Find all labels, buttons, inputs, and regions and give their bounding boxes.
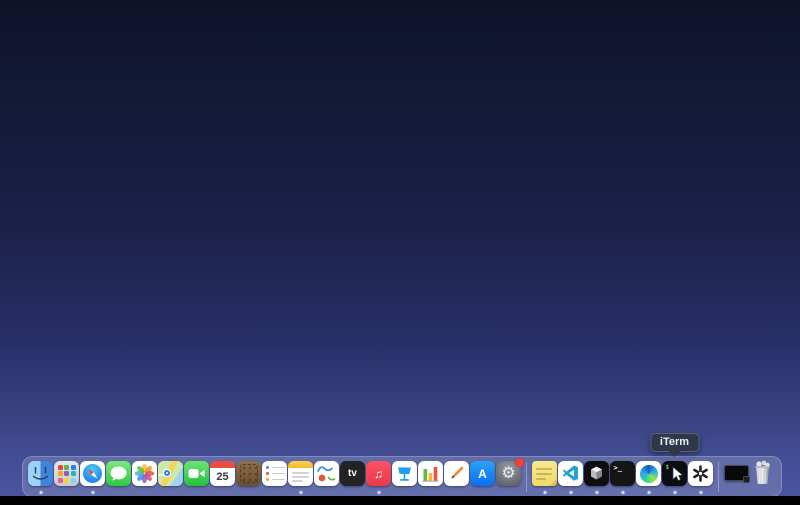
running-indicator [299, 491, 302, 494]
running-indicator [543, 491, 546, 494]
running-indicator [699, 491, 702, 494]
launchpad-icon [54, 461, 79, 486]
numbers-icon [418, 461, 443, 486]
apple-tv-icon: tv [340, 461, 365, 486]
cube-3d-icon [584, 461, 609, 486]
reminders-icon [262, 461, 287, 486]
terminal-icon: >_ [610, 461, 635, 486]
minimized-window-app-badge [743, 476, 750, 483]
edge-icon [636, 461, 661, 486]
safari-icon [80, 461, 105, 486]
freeform-icon [314, 461, 339, 486]
dock-item-photos[interactable] [132, 457, 157, 497]
running-indicator [647, 491, 650, 494]
dock-item-contacts[interactable] [236, 457, 261, 497]
running-indicator [569, 491, 572, 494]
trash-icon [751, 459, 774, 486]
dock-item-trash[interactable] [750, 457, 775, 497]
dock-item-freeform[interactable] [314, 457, 339, 497]
keynote-icon [392, 461, 417, 486]
music-note-glyph: ♫ [374, 466, 383, 481]
facetime-icon [184, 461, 209, 486]
running-indicator [377, 491, 380, 494]
running-indicator [91, 491, 94, 494]
dock-item-notes[interactable] [288, 457, 313, 497]
dock-item-terminal[interactable]: >_ [610, 457, 635, 497]
dock-item-chatgpt[interactable] [688, 457, 713, 497]
dock-item-pages[interactable] [444, 457, 469, 497]
dock-item-facetime[interactable] [184, 457, 209, 497]
dock-separator [714, 457, 723, 497]
calendar-day-number: 25 [216, 471, 229, 483]
running-indicator [673, 491, 676, 494]
app-store-icon: A [470, 461, 495, 486]
dock-item-keynote[interactable] [392, 457, 417, 497]
dock-item-unity[interactable] [584, 457, 609, 497]
tv-glyph: tv [348, 468, 357, 479]
dock: 25 tv ♫ A ⚙ >_ iTerm $ [22, 433, 782, 497]
calendar-header-band [210, 461, 235, 468]
messages-icon [106, 461, 131, 486]
iterm-tooltip: iTerm [649, 433, 700, 452]
dock-item-vscode[interactable] [558, 457, 583, 497]
stickies-icon [532, 461, 557, 486]
running-indicator [39, 491, 42, 494]
dock-item-minimized-window[interactable] [724, 457, 750, 497]
terminal-prompt-glyph: >_ [613, 464, 622, 472]
gear-icon: ⚙ [501, 464, 516, 482]
chatgpt-icon [688, 461, 713, 486]
running-indicator [621, 491, 624, 494]
finder-icon [28, 461, 53, 486]
minimized-window-thumbnail [724, 465, 750, 483]
contacts-icon [236, 461, 261, 486]
dock-item-tv[interactable]: tv [340, 457, 365, 497]
dock-item-calendar[interactable]: 25 [210, 457, 235, 497]
dock-item-appstore[interactable]: A [470, 457, 495, 497]
iterm-icon: $ [662, 461, 687, 486]
dock-item-maps[interactable] [158, 457, 183, 497]
photos-icon [132, 461, 157, 486]
calendar-icon: 25 [210, 461, 235, 486]
bottom-black-strip [0, 496, 800, 505]
notes-icon [288, 461, 313, 486]
dock-item-settings[interactable]: ⚙ [496, 457, 524, 497]
dock-item-stickies[interactable] [532, 457, 557, 497]
desktop-wallpaper[interactable]: 25 tv ♫ A ⚙ >_ iTerm $ [0, 0, 800, 505]
notification-badge [515, 458, 524, 467]
dock-item-numbers[interactable] [418, 457, 443, 497]
dock-item-safari[interactable] [80, 457, 105, 497]
maps-pin [163, 469, 171, 477]
dock-item-messages[interactable] [106, 457, 131, 497]
dock-item-edge[interactable] [636, 457, 661, 497]
maps-icon [158, 461, 183, 486]
dock-item-iterm[interactable]: iTerm $ [649, 433, 700, 497]
dock-item-finder[interactable] [28, 457, 53, 497]
vscode-icon [558, 461, 583, 486]
music-icon: ♫ [366, 461, 391, 486]
running-indicator [595, 491, 598, 494]
dock-item-music[interactable]: ♫ [366, 457, 391, 497]
pages-icon [444, 461, 469, 486]
app-store-a-glyph: A [478, 466, 487, 481]
dock-item-launchpad[interactable] [54, 457, 79, 497]
dock-item-reminders[interactable] [262, 457, 287, 497]
